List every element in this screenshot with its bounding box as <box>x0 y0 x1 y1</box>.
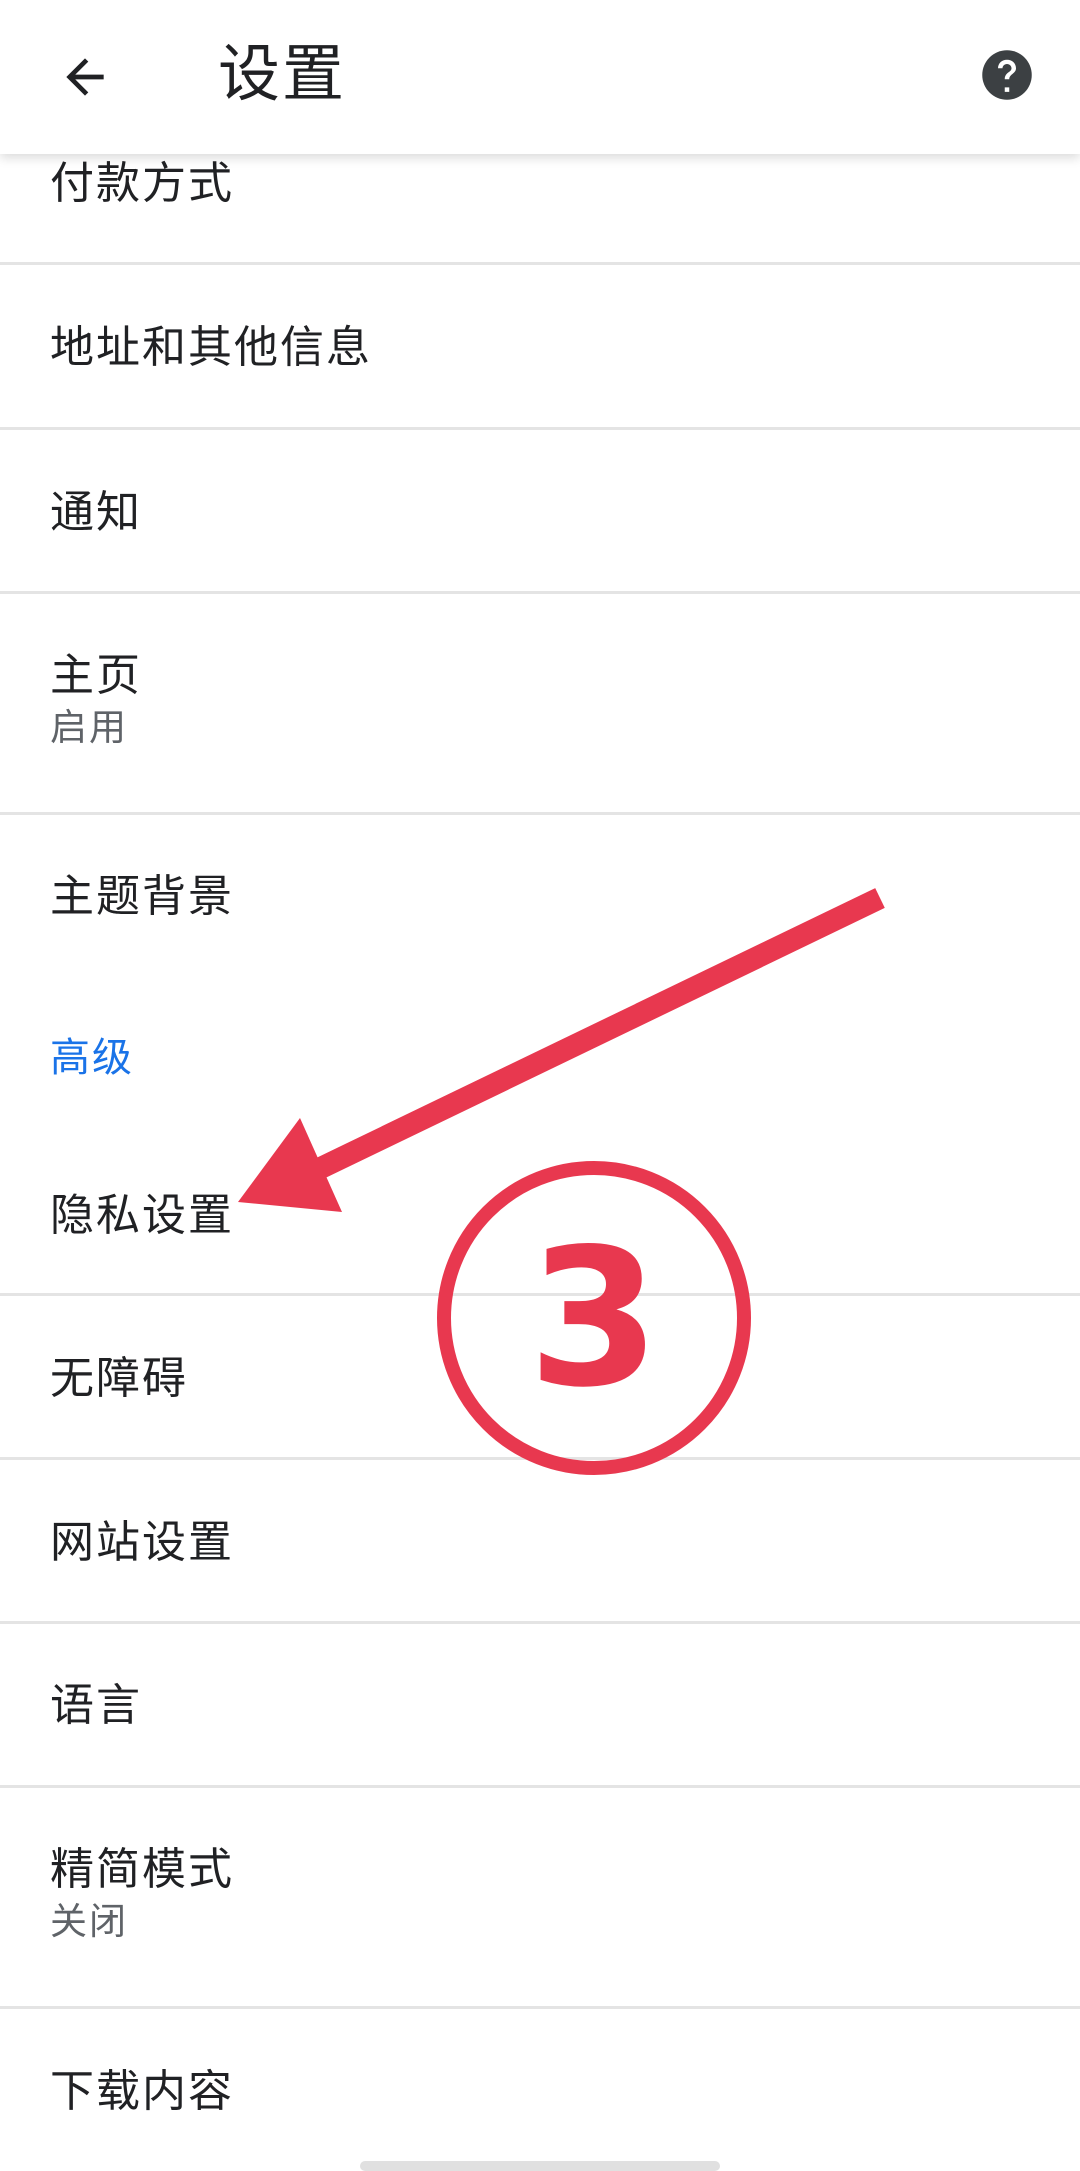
row-label: 主页 <box>50 650 142 701</box>
row-label: 隐私设置 <box>50 1190 234 1241</box>
row-label: 语言 <box>50 1680 142 1731</box>
row-privacy[interactable]: 隐私设置 <box>0 1188 1080 1244</box>
row-site-settings[interactable]: 网站设置 <box>0 1515 1080 1571</box>
arrow-left-icon <box>66 58 104 96</box>
settings-screen: 设置 付款方式 地址和其他信息 通知 主页 启用 主题背景 高级 隐私设置 无障… <box>0 0 1080 2171</box>
page-title: 设置 <box>218 37 347 110</box>
row-languages[interactable]: 语言 <box>0 1678 1080 1734</box>
divider <box>0 262 1080 265</box>
row-downloads[interactable]: 下载内容 <box>0 2064 1080 2120</box>
row-status: 启用 <box>50 706 128 749</box>
row-lite-mode[interactable]: 精简模式 关闭 <box>0 1842 1080 1946</box>
app-bar: 设置 <box>0 0 1080 154</box>
divider <box>0 812 1080 815</box>
help-button[interactable] <box>962 30 1052 120</box>
row-payment-methods[interactable]: 付款方式 <box>0 156 1080 212</box>
divider <box>0 1621 1080 1624</box>
gesture-bar <box>360 2161 720 2171</box>
row-label: 付款方式 <box>50 158 234 209</box>
row-label: 下载内容 <box>50 2066 234 2117</box>
row-status: 关闭 <box>50 1900 128 1943</box>
row-homepage[interactable]: 主页 启用 <box>0 648 1080 752</box>
divider <box>0 427 1080 430</box>
divider <box>0 1785 1080 1788</box>
row-label: 主题背景 <box>50 871 234 922</box>
row-accessibility[interactable]: 无障碍 <box>0 1351 1080 1407</box>
row-label: 精简模式 <box>50 1844 234 1895</box>
divider <box>0 591 1080 594</box>
row-addresses[interactable]: 地址和其他信息 <box>0 320 1080 376</box>
divider <box>0 1457 1080 1460</box>
row-label: 通知 <box>50 487 142 538</box>
help-circle-icon <box>982 50 1032 100</box>
row-themes[interactable]: 主题背景 <box>0 869 1080 925</box>
row-notifications[interactable]: 通知 <box>0 485 1080 541</box>
divider <box>0 2006 1080 2009</box>
back-button[interactable] <box>40 32 130 122</box>
section-header-advanced: 高级 <box>50 1035 134 1081</box>
row-label: 无障碍 <box>50 1353 188 1404</box>
row-label: 网站设置 <box>50 1517 234 1568</box>
row-label: 地址和其他信息 <box>50 322 372 373</box>
divider <box>0 1293 1080 1296</box>
